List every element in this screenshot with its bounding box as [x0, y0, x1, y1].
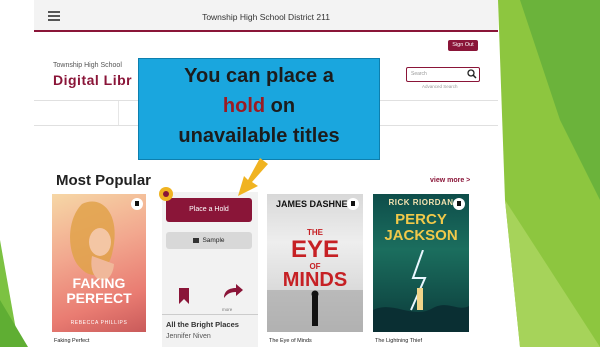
search-input[interactable]: Search	[406, 67, 480, 82]
cover-title: FAKING PERFECT	[66, 275, 132, 306]
library-name[interactable]: Digital Libr	[53, 72, 132, 88]
cover-author: REBECCA PHILLIPS	[70, 320, 128, 326]
callout-line-2: hold on	[139, 95, 379, 118]
cover-figure	[267, 290, 363, 332]
book-title[interactable]: The Eye of Minds	[269, 338, 312, 344]
sample-label: Sample	[202, 237, 225, 244]
book-cover[interactable]: JAMES DASHNER THE EYE OF MINDS	[267, 194, 363, 332]
window-title: Township High School District 211	[202, 12, 330, 22]
cover-line-minds: MINDS	[282, 269, 348, 291]
book-icon[interactable]	[131, 198, 143, 210]
book-title[interactable]: All the Bright Places	[166, 320, 239, 329]
top-bar: Township High School District 211	[34, 0, 498, 32]
book-icon[interactable]	[347, 198, 359, 210]
sign-out-button[interactable]: Sign Out	[448, 40, 478, 51]
book-card-the-eye-of-minds[interactable]: JAMES DASHNER THE EYE OF MINDS The Eye o…	[267, 194, 363, 347]
divider	[162, 314, 258, 315]
cover-title: PERCY JACKSON	[384, 211, 458, 244]
sample-button[interactable]: Sample	[166, 232, 252, 249]
view-more-link[interactable]: view more >	[430, 177, 470, 184]
book-card-the-lightning-thief[interactable]: RICK RIORDAN PERCY JACKSON The Lightning…	[373, 194, 469, 347]
book-icon[interactable]	[453, 198, 465, 210]
book-title[interactable]: Faking Perfect	[54, 338, 89, 344]
cover-line-eye: EYE	[290, 236, 340, 263]
search-placeholder: Search	[411, 71, 427, 77]
book-card-all-the-bright-places[interactable]: Place a Hold Sample more All the Bright …	[162, 192, 258, 347]
hold-card-actions	[179, 284, 243, 304]
pointer-arrow-icon	[238, 158, 268, 196]
search-icon[interactable]	[467, 69, 477, 79]
book-title[interactable]: The Lightning Thief	[375, 338, 422, 344]
advanced-search-link[interactable]: Advanced Search	[422, 84, 458, 89]
bookmark-icon	[179, 288, 189, 304]
book-author: Jennifer Niven	[166, 333, 211, 340]
book-cover[interactable]: FAKING PERFECT REBECCA PHILLIPS	[52, 194, 146, 332]
cover-illustration	[70, 201, 115, 281]
book-icon	[193, 237, 200, 243]
callout-line-2-rest: on	[265, 95, 296, 117]
callout-line-3: unavailable titles	[178, 125, 340, 147]
share-arrow-icon	[224, 284, 243, 298]
instruction-callout: You can place a hold on unavailable titl…	[138, 58, 380, 160]
school-name: Township High School	[53, 62, 122, 69]
cover-illustration	[373, 250, 469, 332]
callout-line-1: You can place a	[184, 65, 334, 87]
hold-badge-icon	[159, 187, 173, 201]
book-card-faking-perfect[interactable]: FAKING PERFECT REBECCA PHILLIPS Faking P…	[52, 194, 146, 347]
place-hold-button[interactable]: Place a Hold	[166, 198, 252, 222]
more-label[interactable]: more	[222, 307, 232, 312]
section-title: Most Popular	[56, 172, 152, 189]
callout-highlight: hold	[222, 95, 266, 117]
book-cover[interactable]: RICK RIORDAN PERCY JACKSON	[373, 194, 469, 332]
